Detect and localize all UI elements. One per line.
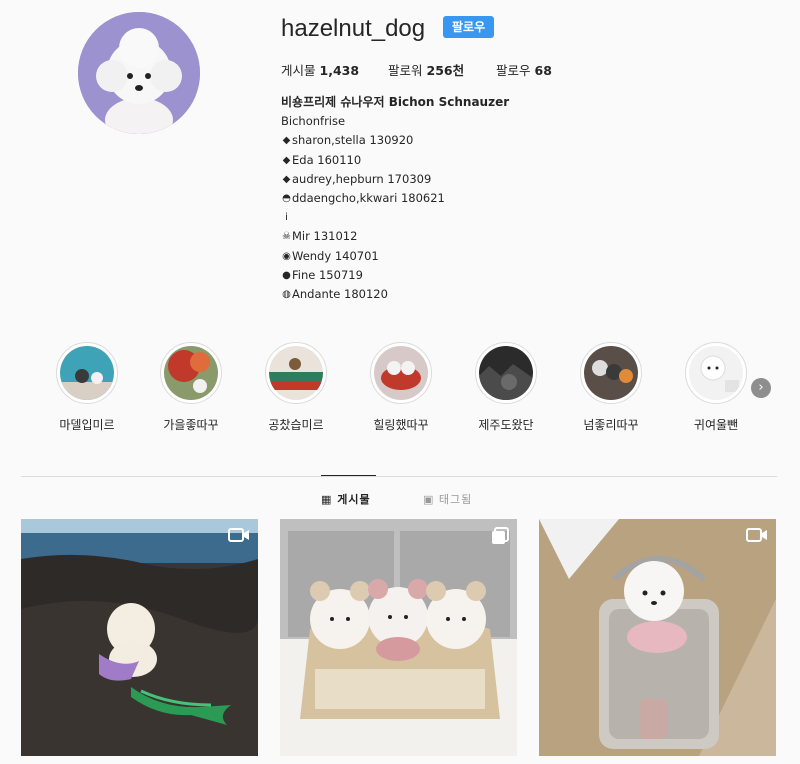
highlight-label: 제주도왔단	[478, 418, 534, 432]
followers-count[interactable]: 팔로워 256천	[388, 60, 464, 79]
bio-text: Wendy 140701	[292, 248, 379, 263]
dog-face-icon: ◉	[282, 250, 291, 262]
highlight-label: 귀여울뺀	[693, 418, 739, 432]
skull-icon: ☠	[282, 231, 291, 243]
bio-line: ◍ Andante 180120	[281, 285, 611, 304]
post-image	[280, 519, 517, 756]
active-tab-indicator	[321, 475, 376, 476]
following-value: 68	[534, 63, 552, 78]
highlight-cover	[160, 342, 222, 404]
highlights-next-button[interactable]: ›	[751, 378, 771, 398]
mouse-face-icon: ◍	[282, 289, 291, 301]
following-label: 팔로우	[496, 63, 531, 78]
diamond-icon: ◆	[282, 173, 291, 185]
post-item[interactable]	[539, 519, 776, 756]
bio-text: Andante 180120	[292, 287, 388, 302]
tabs-divider	[21, 476, 777, 477]
highlight-label: 넘좋리따꾸	[583, 418, 639, 432]
tab-posts-label: 게시물	[337, 493, 371, 506]
bio-line: ● Fine 150719	[281, 266, 611, 285]
followers-label: 팔로워	[388, 63, 423, 78]
profile-avatar[interactable]	[78, 12, 200, 134]
highlight-label: 힐링했따꾸	[373, 418, 429, 432]
highlight-item[interactable]: 넘좋리따꾸	[566, 342, 656, 433]
bio-text: Mir 131012	[292, 229, 358, 244]
profile-username: hazelnut_dog	[281, 15, 426, 42]
post-image	[539, 519, 776, 756]
bio-line: Bichonfrise	[281, 112, 611, 131]
bio-text: sharon,stella 130920	[292, 133, 414, 148]
highlight-image	[584, 346, 638, 400]
tag-icon: ▣	[423, 493, 435, 506]
tab-tagged[interactable]: ▣ 태그됨	[423, 491, 472, 507]
highlight-label: 가을좋따꾸	[163, 418, 219, 432]
following-count[interactable]: 팔로우 68	[496, 60, 552, 79]
diamond-icon: ◆	[282, 135, 291, 147]
profile-bio: 비숑프리제 슈나우저 Bichon Schnauzer Bichonfrise …	[281, 93, 611, 304]
highlight-cover	[685, 342, 747, 404]
highlight-image	[374, 346, 428, 400]
highlight-cover	[56, 342, 118, 404]
highlight-cover	[265, 342, 327, 404]
bio-line: ◓ ddaengcho,kkwari 180621	[281, 189, 611, 208]
face-icon: ◓	[282, 193, 291, 205]
video-icon	[228, 527, 250, 547]
highlight-cover	[475, 342, 537, 404]
bio-text: Fine 150719	[292, 267, 363, 282]
bio-name: 비숑프리제 슈나우저 Bichon Schnauzer	[281, 95, 510, 109]
post-item[interactable]	[21, 519, 258, 756]
posts-count: 게시물 1,438	[281, 60, 359, 79]
bio-line: ◆ audrey,hepburn 170309	[281, 170, 611, 189]
highlight-image	[269, 346, 323, 400]
followers-value: 256천	[426, 63, 465, 78]
follow-button[interactable]: 팔로우	[443, 16, 495, 38]
bio-text: audrey,hepburn 170309	[292, 171, 432, 186]
post-image	[21, 519, 258, 756]
story-highlights: 마델입미르 가을좋따꾸 공찼습미르 힐링했따꾸 제주도왔단 넘좋리따꾸 귀여울뺀	[0, 342, 800, 442]
bio-text: Bichonfrise	[281, 114, 346, 129]
tab-posts[interactable]: ▦ 게시물	[321, 491, 371, 507]
highlight-item[interactable]: 귀여울뺀	[671, 342, 761, 433]
bio-text: ddaengcho,kkwari 180621	[292, 191, 445, 206]
highlight-item[interactable]: 마델입미르	[42, 342, 132, 433]
highlight-item[interactable]: 힐링했따꾸	[356, 342, 446, 433]
video-icon	[746, 527, 768, 547]
diamond-icon: ◆	[282, 154, 291, 166]
highlight-image	[479, 346, 533, 400]
highlight-cover	[580, 342, 642, 404]
bio-line: ◉ Wendy 140701	[281, 247, 611, 266]
bio-line: ◆ sharon,stella 130920	[281, 131, 611, 150]
highlight-label: 마델입미르	[59, 418, 115, 432]
highlight-item[interactable]: 공찼습미르	[251, 342, 341, 433]
highlight-cover	[370, 342, 432, 404]
highlight-item[interactable]: 가을좋따꾸	[146, 342, 236, 433]
tab-tagged-label: 태그됨	[438, 493, 473, 506]
post-item[interactable]	[280, 519, 517, 756]
bio-line: ☠ Mir 131012	[281, 227, 611, 246]
highlight-label: 공찼습미르	[268, 418, 324, 432]
bio-line: ◆ Eda 160110	[281, 151, 611, 170]
posts-label: 게시물	[281, 63, 316, 78]
bio-text: Eda 160110	[292, 152, 362, 167]
bio-line: ⅰ	[281, 208, 611, 227]
bone-icon: ⅰ	[285, 212, 288, 224]
posts-value: 1,438	[319, 63, 360, 78]
bichon-avatar-image	[78, 12, 200, 134]
highlight-image	[164, 346, 218, 400]
highlight-image	[60, 346, 114, 400]
multiple-photos-icon	[491, 527, 509, 549]
grid-icon: ▦	[321, 493, 333, 506]
highlight-item[interactable]: 제주도왔단	[461, 342, 551, 433]
chevron-right-icon: ›	[758, 380, 764, 395]
bear-face-icon: ●	[282, 269, 291, 281]
highlight-image	[689, 346, 743, 400]
